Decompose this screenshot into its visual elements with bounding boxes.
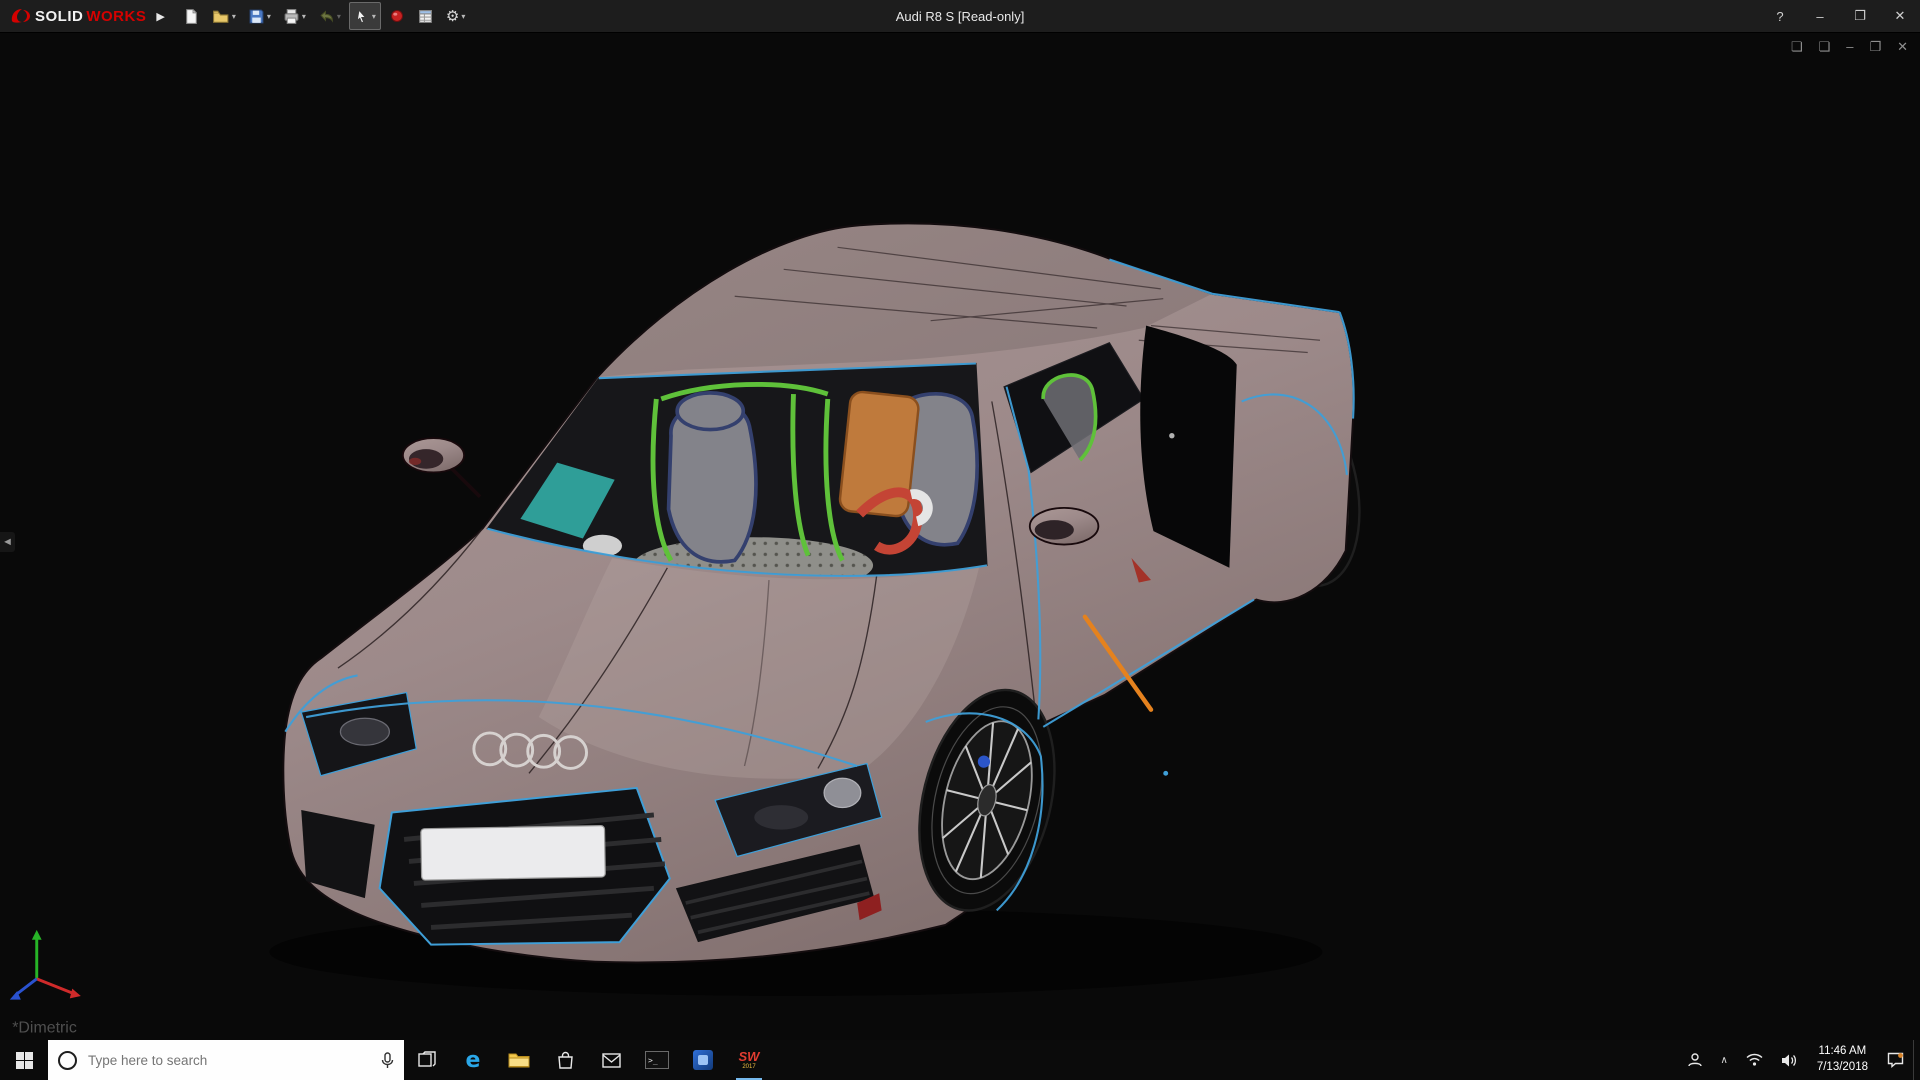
ds-logo-icon (11, 9, 30, 23)
dropdown-caret[interactable]: ▾ (461, 12, 465, 21)
chevron-up-icon: ∧ (1720, 1054, 1728, 1066)
command-prompt-icon: >_ (645, 1051, 669, 1069)
select-cursor-icon (356, 8, 367, 23)
print-button[interactable]: ▾ (279, 3, 310, 29)
document-minimize-button[interactable]: – (1846, 40, 1853, 53)
task-view-icon (418, 1051, 436, 1067)
edge-button[interactable]: e (450, 1040, 496, 1080)
graphics-viewport[interactable]: ❏ ❏ – ❐ ✕ ◄ *Dimetric (0, 32, 1920, 1040)
select-tool-button[interactable]: ▾ (348, 2, 381, 30)
command-prompt-button[interactable]: >_ (634, 1040, 680, 1080)
pane-icon[interactable]: ❏ (1791, 40, 1803, 53)
network-button[interactable] (1737, 1040, 1772, 1080)
edge-icon: e (465, 1047, 481, 1073)
document-window-controls: ❏ ❏ – ❐ ✕ (1791, 40, 1908, 53)
help-button[interactable]: ? (1760, 0, 1800, 32)
tray-overflow-button[interactable]: ∧ (1712, 1040, 1737, 1080)
file-explorer-icon (508, 1053, 530, 1068)
dropdown-caret[interactable]: ▾ (302, 12, 306, 21)
options-button[interactable]: ⚙ ▾ (442, 3, 469, 29)
windows-logo-icon (15, 1051, 33, 1069)
mail-button[interactable] (588, 1040, 634, 1080)
car-model[interactable] (282, 222, 1376, 964)
mail-envelope-icon (601, 1052, 621, 1068)
open-folder-icon (212, 10, 229, 23)
menu-expand-arrow[interactable]: ▶ (156, 10, 164, 23)
system-tray: ∧ 11:46 AM 7/13/2018 (1678, 1040, 1920, 1080)
license-plate (420, 825, 606, 881)
speaker-icon (1781, 1054, 1796, 1066)
microphone-icon[interactable] (381, 1051, 394, 1069)
dropdown-caret[interactable]: ▾ (337, 12, 341, 21)
blue-app-icon (693, 1050, 713, 1070)
close-button[interactable]: ✕ (1880, 0, 1920, 32)
show-desktop-button[interactable] (1913, 1040, 1920, 1080)
task-view-button[interactable] (404, 1040, 450, 1080)
taskbar-clock[interactable]: 11:46 AM 7/13/2018 (1807, 1040, 1878, 1080)
orientation-triad (9, 929, 81, 1000)
undo-button[interactable]: ▾ (314, 3, 345, 29)
document-restore-button[interactable]: ❐ (1869, 40, 1881, 53)
cortana-icon (58, 1050, 77, 1070)
action-center-button[interactable] (1878, 1040, 1913, 1080)
save-icon (249, 9, 264, 23)
start-button[interactable] (0, 1040, 48, 1080)
rebuild-button[interactable] (385, 3, 409, 29)
model-scene: *Dimetric (9, 222, 1376, 1037)
search-input[interactable] (86, 1051, 372, 1069)
minimize-button[interactable]: – (1800, 0, 1840, 32)
taskbar: e >_ SW 2017 (0, 1040, 1920, 1080)
brand-solid: SOLID (35, 7, 84, 25)
clock-date: 7/13/2018 (1816, 1061, 1868, 1073)
titlebar: SOLID WORKS ▶ ▾ ▾ ▾ ▾ ▾ ⚙ ▾ Audi R8 S [R… (0, 0, 1920, 33)
door-button (1169, 432, 1175, 439)
quick-access-toolbar: ▾ ▾ ▾ ▾ ▾ ⚙ ▾ (179, 2, 470, 30)
open-button[interactable]: ▾ (208, 3, 240, 29)
gear-icon: ⚙ (445, 8, 460, 25)
print-icon (284, 8, 299, 24)
blue-vertex (1163, 770, 1169, 776)
window-controls: ? – ❐ ✕ (1760, 0, 1920, 32)
people-button[interactable] (1678, 1040, 1712, 1080)
pinned-app-button[interactable] (680, 1040, 726, 1080)
undo-icon (320, 10, 333, 23)
orientation-label: *Dimetric (12, 1020, 77, 1037)
pane-icon[interactable]: ❏ (1819, 40, 1831, 53)
save-button[interactable]: ▾ (244, 3, 275, 29)
store-bag-icon (557, 1051, 573, 1069)
door-opening (1140, 325, 1237, 568)
volume-button[interactable] (1772, 1040, 1807, 1080)
file-explorer-button[interactable] (496, 1040, 542, 1080)
rebuild-stoplight-icon (390, 10, 403, 22)
file-properties-icon (419, 9, 432, 23)
action-center-icon (1887, 1052, 1904, 1068)
solidworks-2017-icon: SW 2017 (738, 1049, 760, 1070)
wifi-icon (1746, 1053, 1763, 1066)
clock-time: 11:46 AM (1818, 1045, 1867, 1058)
new-document-button[interactable] (179, 3, 204, 29)
dropdown-caret[interactable]: ▾ (232, 12, 236, 21)
document-close-button[interactable]: ✕ (1897, 40, 1908, 53)
store-button[interactable] (542, 1040, 588, 1080)
solidworks-logo: SOLID WORKS (10, 7, 146, 25)
dropdown-caret[interactable]: ▾ (372, 12, 376, 21)
taskbar-search[interactable] (48, 1040, 404, 1080)
new-document-icon (186, 8, 197, 24)
left-mirror (401, 437, 482, 499)
restore-button[interactable]: ❐ (1840, 0, 1880, 32)
brand-works: WORKS (86, 7, 147, 25)
feature-tree-collapse-arrow[interactable]: ◄ (0, 532, 15, 552)
people-icon (1687, 1053, 1702, 1067)
right-mirror (1028, 506, 1100, 546)
solidworks-2017-button[interactable]: SW 2017 (726, 1040, 772, 1080)
file-properties-button[interactable] (413, 3, 438, 29)
dropdown-caret[interactable]: ▾ (267, 12, 271, 21)
